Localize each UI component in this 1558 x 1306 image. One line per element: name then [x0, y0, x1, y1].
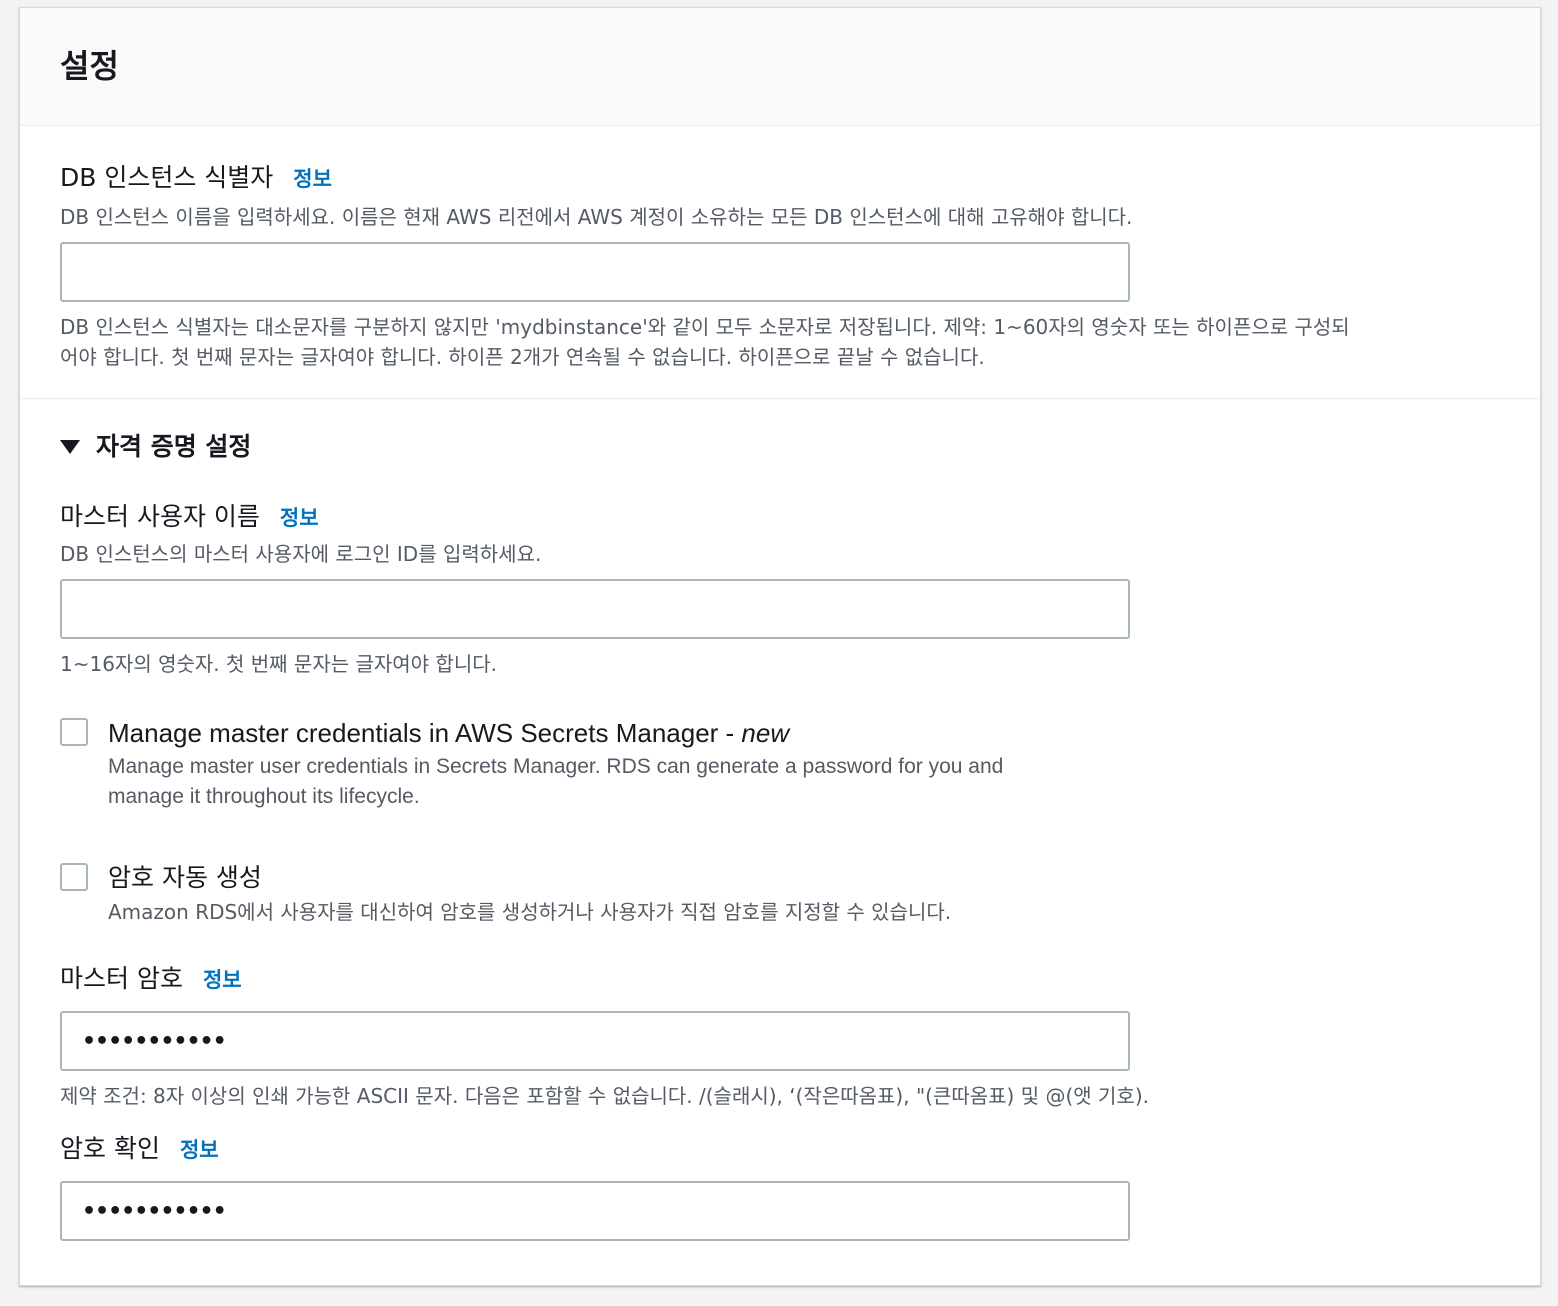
secrets-manager-description-line1: Manage master user credentials in Secret… — [108, 755, 1004, 778]
db-identifier-constraint-line2: 어야 합니다. 첫 번째 문자는 글자여야 합니다. 하이픈 2개가 연속될 수… — [60, 345, 985, 369]
auto-password-label: 암호 자동 생성 — [108, 863, 262, 892]
db-identifier-label-row: DB 인스턴스 식별자 정보 — [60, 162, 1500, 195]
secrets-manager-option[interactable]: Manage master credentials in AWS Secrets… — [60, 717, 1500, 812]
panel-title: 설정 — [60, 47, 119, 85]
master-username-info-link[interactable]: 정보 — [280, 502, 319, 534]
settings-panel: 설정 DB 인스턴스 식별자 정보 DB 인스턴스 이름을 입력하세요. 이름은… — [19, 7, 1541, 1286]
master-password-info-link[interactable]: 정보 — [203, 964, 242, 996]
confirm-password-label: 암호 확인 — [60, 1134, 160, 1163]
credentials-expander-title: 자격 증명 설정 — [96, 432, 252, 461]
credentials-section: 자격 증명 설정 마스터 사용자 이름 정보 DB 인스턴스의 마스터 사용자에… — [20, 431, 1540, 1241]
master-username-label: 마스터 사용자 이름 — [60, 502, 260, 531]
db-identifier-description: DB 인스턴스 이름을 입력하세요. 이름은 현재 AWS 리전에서 AWS 계… — [60, 205, 1133, 229]
secrets-manager-checkbox[interactable] — [60, 718, 88, 746]
master-username-input[interactable] — [60, 579, 1130, 639]
db-identifier-label: DB 인스턴스 식별자 — [60, 163, 274, 192]
db-identifier-input[interactable] — [60, 242, 1130, 302]
secrets-manager-label: Manage master credentials in AWS Secrets… — [108, 717, 1003, 749]
db-identifier-constraint-line1: DB 인스턴스 식별자는 대소문자를 구분하지 않지만 'mydbinstanc… — [60, 315, 1350, 339]
auto-password-option[interactable]: 암호 자동 생성 Amazon RDS에서 사용자를 대신하여 암호를 생성하거… — [60, 862, 1500, 927]
master-password-label-row: 마스터 암호 정보 — [60, 963, 1500, 996]
master-password-input[interactable]: ••••••••••• — [60, 1011, 1130, 1071]
secrets-manager-description: Manage master user credentials in Secret… — [108, 752, 1003, 812]
secrets-manager-new-tag: new — [741, 718, 790, 748]
master-password-label: 마스터 암호 — [60, 964, 183, 993]
panel-header: 설정 — [20, 8, 1540, 126]
db-identifier-info-link[interactable]: 정보 — [293, 163, 332, 195]
secrets-manager-text: Manage master credentials in AWS Secrets… — [108, 717, 1003, 812]
auto-password-checkbox[interactable] — [60, 863, 88, 891]
db-identifier-constraint: DB 인스턴스 식별자는 대소문자를 구분하지 않지만 'mydbinstanc… — [60, 312, 1500, 372]
confirm-password-input[interactable]: ••••••••••• — [60, 1181, 1130, 1241]
db-identifier-section: DB 인스턴스 식별자 정보 DB 인스턴스 이름을 입력하세요. 이름은 현재… — [20, 126, 1540, 399]
confirm-password-label-row: 암호 확인 정보 — [60, 1133, 1500, 1166]
secrets-manager-description-line2: manage it throughout its lifecycle. — [108, 785, 420, 808]
master-password-constraint: 제약 조건: 8자 이상의 인쇄 가능한 ASCII 문자. 다음은 포함할 수… — [60, 1084, 1149, 1108]
secrets-manager-label-main: Manage master credentials in AWS Secrets… — [108, 718, 742, 748]
confirm-password-info-link[interactable]: 정보 — [180, 1134, 219, 1166]
caret-down-icon — [60, 440, 80, 454]
master-username-constraint: 1~16자의 영숫자. 첫 번째 문자는 글자여야 합니다. — [60, 652, 497, 676]
auto-password-text: 암호 자동 생성 Amazon RDS에서 사용자를 대신하여 암호를 생성하거… — [108, 862, 951, 927]
credentials-expander[interactable]: 자격 증명 설정 — [60, 431, 1500, 463]
master-username-label-row: 마스터 사용자 이름 정보 — [60, 501, 1500, 534]
auto-password-description: Amazon RDS에서 사용자를 대신하여 암호를 생성하거나 사용자가 직접… — [108, 900, 952, 924]
confirm-password-masked-value: ••••••••••• — [82, 1198, 227, 1224]
master-password-masked-value: ••••••••••• — [82, 1028, 227, 1054]
master-username-description: DB 인스턴스의 마스터 사용자에 로그인 ID를 입력하세요. — [60, 542, 542, 566]
